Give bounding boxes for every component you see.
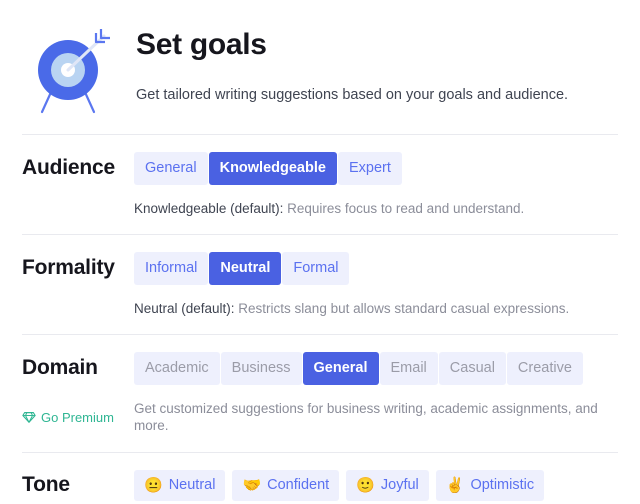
- audience-option-knowledgeable[interactable]: Knowledgeable: [208, 152, 337, 185]
- page-subtitle: Get tailored writing suggestions based o…: [136, 87, 569, 103]
- set-goals-panel: Set goals Get tailored writing suggestio…: [0, 0, 640, 504]
- domain-option-academic[interactable]: Academic: [134, 352, 220, 385]
- tone-option-neutral-label: Neutral: [168, 476, 216, 493]
- domain-option-casual[interactable]: Casual: [438, 352, 506, 385]
- tone-option-joyful-label: Joyful: [380, 476, 419, 493]
- domain-premium-row: Go Premium Get customized suggestions fo…: [22, 400, 618, 435]
- audience-options: General Knowledgeable Expert: [134, 152, 403, 185]
- tone-option-neutral[interactable]: 😐 Neutral: [134, 469, 226, 501]
- go-premium-label: Go Premium: [41, 409, 114, 425]
- formality-description-strong: Neutral (default):: [134, 300, 235, 316]
- slightly-smiling-face-emoji: 🙂: [356, 476, 375, 494]
- formality-row: Formality Informal Neutral Formal: [22, 252, 618, 285]
- formality-options: Informal Neutral Formal: [134, 252, 350, 285]
- formality-option-informal[interactable]: Informal: [134, 252, 209, 285]
- audience-option-expert[interactable]: Expert: [337, 152, 402, 185]
- target-with-arrow-icon: [22, 22, 118, 118]
- section-label-formality: Formality: [22, 256, 115, 280]
- section-label-audience: Audience: [22, 156, 115, 180]
- domain-option-creative[interactable]: Creative: [506, 352, 583, 385]
- page-title: Set goals: [136, 28, 267, 61]
- audience-option-general[interactable]: General: [134, 152, 208, 185]
- handshake-emoji: 🤝: [242, 476, 262, 494]
- section-domain: Domain Academic Business General Email C…: [0, 352, 640, 435]
- tone-option-optimistic-label: Optimistic: [470, 476, 535, 493]
- domain-option-email[interactable]: Email: [379, 352, 438, 385]
- tone-option-confident-label: Confident: [267, 476, 330, 493]
- domain-options: Academic Business General Email Casual C…: [134, 352, 584, 385]
- section-label-domain: Domain: [22, 356, 98, 380]
- audience-description: Knowledgeable (default): Requires focus …: [134, 200, 618, 218]
- formality-option-formal[interactable]: Formal: [282, 252, 350, 285]
- tone-row: Tone 😐 Neutral 🤝 Confident 🙂 Joyful ✌️ O…: [22, 469, 618, 501]
- tone-option-optimistic[interactable]: ✌️ Optimistic: [435, 469, 545, 501]
- domain-option-business[interactable]: Business: [220, 352, 302, 385]
- formality-description-rest: Restricts slang but allows standard casu…: [234, 300, 570, 316]
- domain-description: Get customized suggestions for business …: [134, 400, 598, 434]
- section-formality: Formality Informal Neutral Formal Neutra…: [0, 252, 640, 317]
- formality-description: Neutral (default): Restricts slang but a…: [134, 300, 618, 318]
- domain-row: Domain Academic Business General Email C…: [22, 352, 618, 385]
- panel-header: Set goals Get tailored writing suggestio…: [0, 0, 640, 118]
- tone-option-confident[interactable]: 🤝 Confident: [232, 469, 340, 501]
- domain-option-general[interactable]: General: [302, 352, 379, 385]
- formality-option-neutral[interactable]: Neutral: [209, 252, 282, 285]
- audience-description-strong: Knowledgeable (default):: [134, 200, 284, 216]
- audience-row: Audience General Knowledgeable Expert: [22, 152, 618, 185]
- section-label-tone: Tone: [22, 473, 70, 497]
- tone-option-joyful[interactable]: 🙂 Joyful: [346, 469, 429, 501]
- tone-options: 😐 Neutral 🤝 Confident 🙂 Joyful ✌️ Optimi…: [134, 469, 551, 501]
- header-text-block: Set goals Get tailored writing suggestio…: [118, 18, 568, 105]
- go-premium-link[interactable]: Go Premium: [22, 410, 134, 425]
- section-tone: Tone 😐 Neutral 🤝 Confident 🙂 Joyful ✌️ O…: [0, 469, 640, 501]
- gem-icon: [22, 410, 36, 424]
- audience-description-rest: Requires focus to read and understand.: [283, 200, 525, 216]
- neutral-face-emoji: 😐: [144, 476, 163, 494]
- section-audience: Audience General Knowledgeable Expert Kn…: [0, 152, 640, 217]
- victory-hand-emoji: ✌️: [445, 476, 465, 494]
